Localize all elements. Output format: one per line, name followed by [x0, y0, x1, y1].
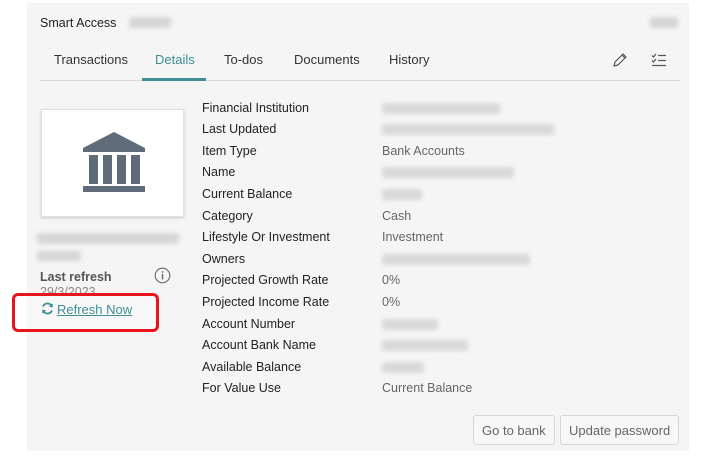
- pencil-icon[interactable]: [611, 51, 629, 69]
- tab-documents[interactable]: Documents: [294, 52, 360, 67]
- redacted-account-number: [382, 319, 438, 330]
- value-category: Cash: [382, 209, 412, 223]
- redacted-amount: [650, 17, 678, 28]
- redacted-account-bank-name: [382, 340, 468, 351]
- redacted-account-name: [37, 233, 179, 244]
- institution-logo-card: [41, 109, 184, 217]
- tab-to-dos[interactable]: To-dos: [224, 52, 263, 67]
- redacted-name: [382, 167, 514, 178]
- refresh-icon: [41, 302, 54, 317]
- tab-transactions[interactable]: Transactions: [54, 52, 128, 67]
- account-details-panel: Smart Access Transactions Details To-dos…: [12, 3, 689, 451]
- label-financial-institution: Financial Institution: [202, 101, 310, 115]
- value-item-type: Bank Accounts: [382, 144, 465, 158]
- bank-icon: [83, 132, 145, 192]
- label-category: Category: [202, 209, 253, 223]
- label-available-balance: Available Balance: [202, 360, 302, 374]
- label-account-number: Account Number: [202, 317, 296, 331]
- redacted-title-suffix: [129, 17, 171, 28]
- label-owners: Owners: [202, 252, 246, 266]
- panel-title: Smart Access: [40, 16, 117, 30]
- label-name: Name: [202, 165, 236, 179]
- redacted-owners: [382, 254, 530, 265]
- redacted-available-balance: [382, 362, 424, 373]
- label-item-type: Item Type: [202, 144, 257, 158]
- value-projected-income-rate: 0%: [382, 295, 401, 309]
- label-projected-income-rate: Projected Income Rate: [202, 295, 330, 309]
- refresh-now-link[interactable]: Refresh Now: [41, 302, 132, 317]
- last-refresh-label: Last refresh: [40, 270, 112, 284]
- checklist-icon[interactable]: [650, 51, 668, 69]
- redacted-current-balance: [382, 189, 422, 200]
- update-password-button[interactable]: Update password: [560, 415, 680, 445]
- value-lifestyle-or-investment: Investment: [382, 230, 444, 244]
- redacted-financial-institution: [382, 103, 500, 114]
- label-last-updated: Last Updated: [202, 122, 277, 136]
- label-for-value-use: For Value Use: [202, 381, 281, 395]
- label-current-balance: Current Balance: [202, 187, 293, 201]
- tab-bar: Transactions Details To-dos Documents Hi…: [40, 43, 680, 81]
- go-to-bank-button[interactable]: Go to bank: [473, 415, 555, 445]
- info-icon[interactable]: [154, 267, 171, 284]
- value-projected-growth-rate: 0%: [382, 273, 401, 287]
- tab-history[interactable]: History: [389, 52, 429, 67]
- redacted-account-detail: [37, 251, 81, 261]
- active-tab-indicator: [142, 78, 206, 81]
- tab-details[interactable]: Details: [155, 52, 195, 67]
- refresh-now-label: Refresh Now: [57, 302, 133, 317]
- label-account-bank-name: Account Bank Name: [202, 338, 316, 352]
- value-for-value-use: Current Balance: [382, 381, 473, 395]
- label-projected-growth-rate: Projected Growth Rate: [202, 273, 329, 287]
- label-lifestyle-or-investment: Lifestyle Or Investment: [202, 230, 330, 244]
- redacted-last-updated: [382, 124, 554, 135]
